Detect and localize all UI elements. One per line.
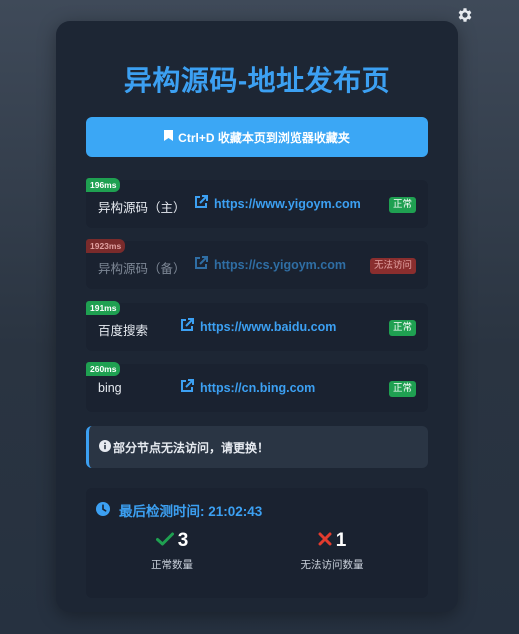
external-link-icon bbox=[194, 195, 208, 212]
site-url: https://www.baidu.com bbox=[200, 319, 337, 334]
fail-count: 1 bbox=[335, 530, 347, 551]
latency-badge: 260ms bbox=[86, 362, 121, 376]
site-row-backup: 1923ms 异构源码（备） https://cs.yigoym.com 无法访… bbox=[86, 239, 428, 289]
ok-stat: 3 正常数量 bbox=[112, 530, 232, 572]
check-icon bbox=[155, 530, 174, 552]
site-link[interactable]: https://cs.yigoym.com bbox=[194, 256, 346, 273]
site-link[interactable]: https://cn.bing.com bbox=[180, 379, 315, 396]
fail-label: 无法访问数量 bbox=[300, 559, 364, 571]
external-link-icon bbox=[180, 318, 194, 335]
site-link[interactable]: https://www.baidu.com bbox=[180, 318, 336, 335]
page-title: 异构源码-地址发布页 bbox=[123, 65, 391, 96]
info-icon bbox=[99, 439, 111, 455]
latency-badge: 191ms bbox=[86, 301, 121, 315]
external-link-icon bbox=[180, 379, 194, 396]
ok-label: 正常数量 bbox=[151, 559, 193, 571]
stats-panel: 最后检测时间: 21:02:43 3 正常数量 1 无法访问数量 bbox=[86, 488, 428, 598]
status-badge: 正常 bbox=[388, 197, 416, 213]
site-name: bing bbox=[98, 381, 122, 395]
site-name: 百度搜索 bbox=[98, 324, 149, 338]
site-name: 异构源码（主） bbox=[98, 201, 186, 215]
status-badge: 正常 bbox=[388, 381, 416, 397]
clock-icon bbox=[96, 501, 110, 519]
site-name: 异构源码（备） bbox=[98, 262, 186, 276]
check-time-label: 最后检测时间: 21:02:43 bbox=[119, 504, 263, 519]
latency-badge: 1923ms bbox=[86, 239, 126, 253]
bookmark-button[interactable]: Ctrl+D 收藏本页到浏览器收藏夹 bbox=[86, 117, 428, 157]
external-link-icon bbox=[194, 256, 208, 273]
gear-icon[interactable] bbox=[455, 5, 475, 25]
cross-icon bbox=[318, 530, 332, 552]
site-row-primary: 196ms 异构源码（主） https://www.yigoym.com 正常 bbox=[86, 178, 428, 228]
site-row-baidu: 191ms 百度搜索 https://www.baidu.com 正常 bbox=[86, 301, 428, 351]
bookmark-icon bbox=[164, 130, 174, 144]
publish-card: 异构源码-地址发布页 Ctrl+D 收藏本页到浏览器收藏夹 196ms 异构源码… bbox=[56, 21, 458, 612]
site-link[interactable]: https://www.yigoym.com bbox=[194, 195, 361, 212]
latency-badge: 196ms bbox=[86, 178, 121, 192]
last-check-time: 最后检测时间: 21:02:43 bbox=[96, 500, 262, 520]
site-url: https://cs.yigoym.com bbox=[214, 257, 346, 272]
site-url: https://cn.bing.com bbox=[200, 380, 316, 395]
fail-stat: 1 无法访问数量 bbox=[272, 530, 392, 572]
site-row-bing: 260ms bing https://cn.bing.com 正常 bbox=[86, 362, 428, 412]
status-badge: 正常 bbox=[388, 320, 416, 336]
bookmark-label: Ctrl+D 收藏本页到浏览器收藏夹 bbox=[178, 130, 350, 145]
ok-count: 3 bbox=[177, 530, 189, 551]
site-url: https://www.yigoym.com bbox=[214, 196, 361, 211]
status-badge: 无法访问 bbox=[369, 258, 416, 274]
notice-text: 部分节点无法访问，请更换！ bbox=[113, 440, 270, 455]
notice-banner: 部分节点无法访问，请更换！ bbox=[86, 426, 428, 468]
